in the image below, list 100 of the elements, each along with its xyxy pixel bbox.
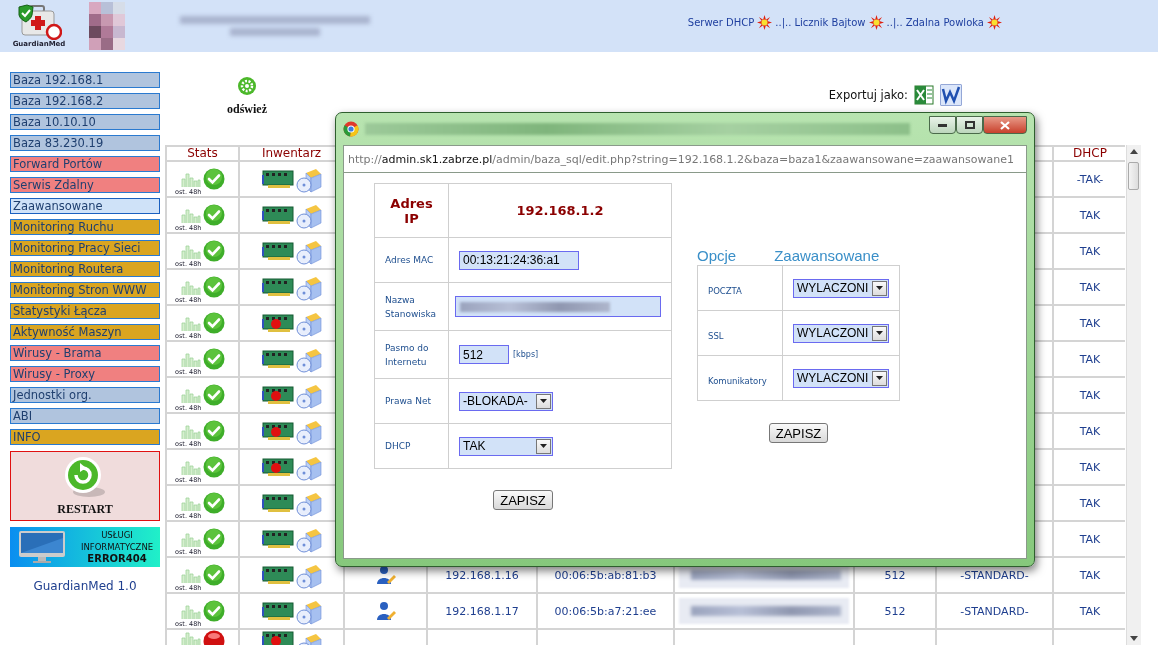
bar-chart-icon xyxy=(180,531,201,547)
maximize-button[interactable] xyxy=(956,116,983,134)
bar-chart-icon xyxy=(180,171,201,187)
save-button[interactable]: ZAPISZ xyxy=(768,423,829,443)
user-edit-icon xyxy=(375,565,396,585)
name-field[interactable] xyxy=(455,296,661,317)
dhcp-status: TAK xyxy=(1079,424,1101,438)
document-icon[interactable] xyxy=(940,84,962,106)
scroll-up-icon xyxy=(1130,149,1138,154)
dhcp-status: TAK xyxy=(1079,568,1101,582)
sidebar-item[interactable]: Zaawansowane xyxy=(10,198,160,214)
column-header: Inwentarz xyxy=(261,146,322,160)
mac-address: 00:06:5b:ab:81:b3 xyxy=(554,568,657,582)
bar-chart-icon xyxy=(180,243,201,259)
gear-icon xyxy=(237,76,257,96)
spreadsheet-icon[interactable] xyxy=(914,85,934,105)
scroll-thumb[interactable] xyxy=(1128,162,1139,190)
sidebar-item[interactable]: Monitoring Routera xyxy=(10,261,160,277)
export-label: Exportuj jako: xyxy=(828,88,908,102)
sidebar-item[interactable]: ABI xyxy=(10,408,160,424)
bar-chart-icon xyxy=(180,207,201,223)
scroll-down-icon xyxy=(1130,636,1138,641)
column-header: DHCP xyxy=(1073,146,1107,160)
section-heading: Opcje xyxy=(697,247,737,264)
bandwidth: 512 xyxy=(884,568,906,582)
caret-icon xyxy=(876,331,883,335)
sidebar-item[interactable]: Serwis Zdalny xyxy=(10,177,160,193)
bar-chart-icon xyxy=(180,279,201,295)
caret-icon xyxy=(876,376,883,380)
caret-icon xyxy=(876,286,883,290)
sidebar-item[interactable]: Wirusy - Proxy xyxy=(10,366,160,382)
option-label: SSL xyxy=(708,330,724,341)
monitor-icon xyxy=(18,530,66,564)
dropdown[interactable]: -BLOKADA- xyxy=(459,391,553,411)
bar-chart-icon xyxy=(180,459,201,475)
dropdown[interactable]: TAK xyxy=(459,436,553,456)
section-heading: Zaawansowane xyxy=(774,247,880,264)
maximize-icon xyxy=(964,121,975,129)
address-bar[interactable]: http://admin.sk1.zabrze.pl/admin/baza_sql/edit.php?string=192.168.1.2&baza=baza1&zaawansowane=zaawansowane1 xyxy=(343,145,1027,173)
nav-link[interactable]: Licznik Bajtow xyxy=(794,16,866,28)
sidebar-item[interactable]: Monitoring Ruchu xyxy=(10,219,160,235)
banner[interactable]: USŁUGI INFORMATYCZNE ERROR404 xyxy=(10,527,160,567)
field-label: DHCP xyxy=(385,440,412,453)
close-icon xyxy=(1000,120,1010,130)
bar-chart-icon xyxy=(180,387,201,403)
field-label: Adres MAC xyxy=(385,254,435,267)
text-field[interactable]: 512 xyxy=(459,345,509,364)
dhcp-status: TAK xyxy=(1079,532,1101,546)
dhcp-status: TAK xyxy=(1079,280,1101,294)
version-text: GuardianMed 1.0 xyxy=(32,579,138,593)
minimize-button[interactable] xyxy=(929,116,956,134)
column-header: Stats xyxy=(187,146,218,160)
bar-chart-icon xyxy=(180,423,201,439)
option-label: POCZTA xyxy=(708,285,742,296)
nav-separator: ..|.. xyxy=(886,16,903,28)
sidebar-item[interactable]: Statystyki Łącza xyxy=(10,303,160,319)
sidebar-item[interactable]: Baza 10.10.10 xyxy=(10,114,160,130)
bar-chart-icon xyxy=(180,630,201,645)
scrollbar[interactable] xyxy=(1126,145,1141,645)
dhcp-status: TAK xyxy=(1079,460,1101,474)
sidebar-item[interactable]: INFO xyxy=(10,429,160,445)
text-field[interactable]: 00:13:21:24:36:a1 xyxy=(459,250,579,270)
dhcp-status: TAK xyxy=(1079,496,1101,510)
sidebar-item[interactable]: Wirusy - Brama xyxy=(10,345,160,361)
option-label: Komunikatory xyxy=(708,375,767,386)
sidebar-item[interactable]: Aktywność Maszyn xyxy=(10,324,160,340)
access-rights: -STANDARD- xyxy=(960,604,1029,618)
sidebar-item[interactable]: Baza 192.168.1 xyxy=(10,72,160,88)
banner-text: INFORMATYCZNE xyxy=(80,541,154,553)
medical-case-icon xyxy=(16,4,62,40)
dropdown[interactable]: WYLACZONI xyxy=(793,323,889,343)
sidebar-item[interactable]: Baza 192.168.2 xyxy=(10,93,160,109)
caret-icon xyxy=(540,399,547,403)
caret-icon xyxy=(540,444,547,448)
dhcp-status: TAK xyxy=(1079,316,1101,330)
sidebar-item[interactable]: Monitoring Stron WWW xyxy=(10,282,160,298)
field-label: Nazwa Stanowiska xyxy=(385,293,438,321)
banner-text: USŁUGI xyxy=(101,529,133,541)
sidebar-item[interactable]: Jednostki org. xyxy=(10,387,160,403)
save-button[interactable]: ZAPISZ xyxy=(493,490,553,510)
dhcp-status: -TAK- xyxy=(1076,172,1104,186)
blurred-image xyxy=(89,2,125,50)
nav-link[interactable]: Serwer DHCP xyxy=(687,16,755,28)
banner-brand: ERROR404 xyxy=(87,553,147,565)
bar-chart-icon xyxy=(180,603,201,619)
refresh-button[interactable]: odśwież xyxy=(227,76,267,117)
sidebar-item[interactable]: Forward Portów xyxy=(10,156,160,172)
restart-button[interactable]: RESTART xyxy=(10,451,160,521)
access-rights: -STANDARD- xyxy=(960,568,1029,582)
nav-link[interactable]: Zdalna Powloka xyxy=(905,16,984,28)
sidebar-item[interactable]: Monitoring Pracy Sieci xyxy=(10,240,160,256)
sidebar-item[interactable]: Baza 83.230.19 xyxy=(10,135,160,151)
unit-label: [kbps] xyxy=(513,350,539,359)
dropdown[interactable]: WYLACZONI xyxy=(793,368,889,388)
dropdown[interactable]: WYLACZONI xyxy=(793,278,889,298)
bandwidth: 512 xyxy=(884,604,906,618)
close-button[interactable] xyxy=(983,116,1027,134)
nav-separator: ..|.. xyxy=(775,16,792,28)
burst-icon xyxy=(757,14,773,30)
bar-chart-icon xyxy=(180,495,201,511)
